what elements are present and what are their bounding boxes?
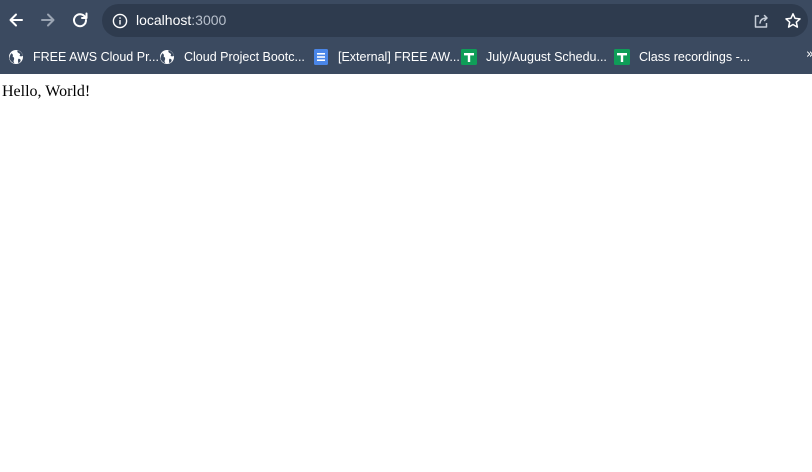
back-arrow-icon bbox=[9, 13, 23, 27]
reload-button[interactable] bbox=[68, 8, 92, 32]
forward-button[interactable] bbox=[36, 8, 60, 32]
star-icon[interactable] bbox=[784, 12, 802, 30]
reload-icon bbox=[73, 12, 88, 28]
share-icon[interactable] bbox=[752, 12, 770, 30]
google-sheets-icon bbox=[461, 49, 477, 65]
url-host: localhost bbox=[136, 12, 192, 28]
globe-icon bbox=[9, 50, 23, 64]
bookmark-label: Cloud Project Bootc... bbox=[184, 50, 305, 64]
back-button[interactable] bbox=[4, 8, 28, 32]
bookmark-item[interactable]: Class recordings -... bbox=[614, 47, 750, 67]
bookmark-label: [External] FREE AW... bbox=[338, 50, 460, 64]
bookmark-label: Class recordings -... bbox=[639, 50, 751, 64]
page-content: Hello, World! bbox=[0, 74, 812, 472]
url-text[interactable]: localhost:3000 bbox=[136, 12, 226, 29]
globe-icon bbox=[160, 50, 174, 64]
bookmarks-overflow-icon[interactable]: » bbox=[806, 47, 812, 62]
bookmark-label: July/August Schedu... bbox=[486, 50, 607, 64]
info-icon[interactable] bbox=[112, 13, 128, 29]
browser-toolbar: localhost:3000 bbox=[0, 0, 812, 40]
browser-chrome: localhost:3000 FREE AWS Cloud Pr... Clou… bbox=[0, 0, 812, 74]
url-port: :3000 bbox=[191, 12, 227, 28]
forward-arrow-icon bbox=[41, 13, 55, 27]
google-docs-icon bbox=[314, 49, 328, 65]
bookmark-item[interactable]: July/August Schedu... bbox=[461, 47, 607, 67]
google-sheets-icon bbox=[614, 49, 630, 65]
bookmark-label: FREE AWS Cloud Pr... bbox=[33, 50, 159, 64]
bookmark-item[interactable]: [External] FREE AW... bbox=[313, 47, 460, 67]
bookmark-item[interactable]: FREE AWS Cloud Pr... bbox=[8, 47, 159, 67]
page-text: Hello, World! bbox=[2, 83, 91, 100]
address-bar[interactable]: localhost:3000 bbox=[102, 4, 808, 37]
bookmarks-bar: FREE AWS Cloud Pr... Cloud Project Bootc… bbox=[0, 40, 812, 74]
bookmark-item[interactable]: Cloud Project Bootc... bbox=[159, 47, 305, 67]
